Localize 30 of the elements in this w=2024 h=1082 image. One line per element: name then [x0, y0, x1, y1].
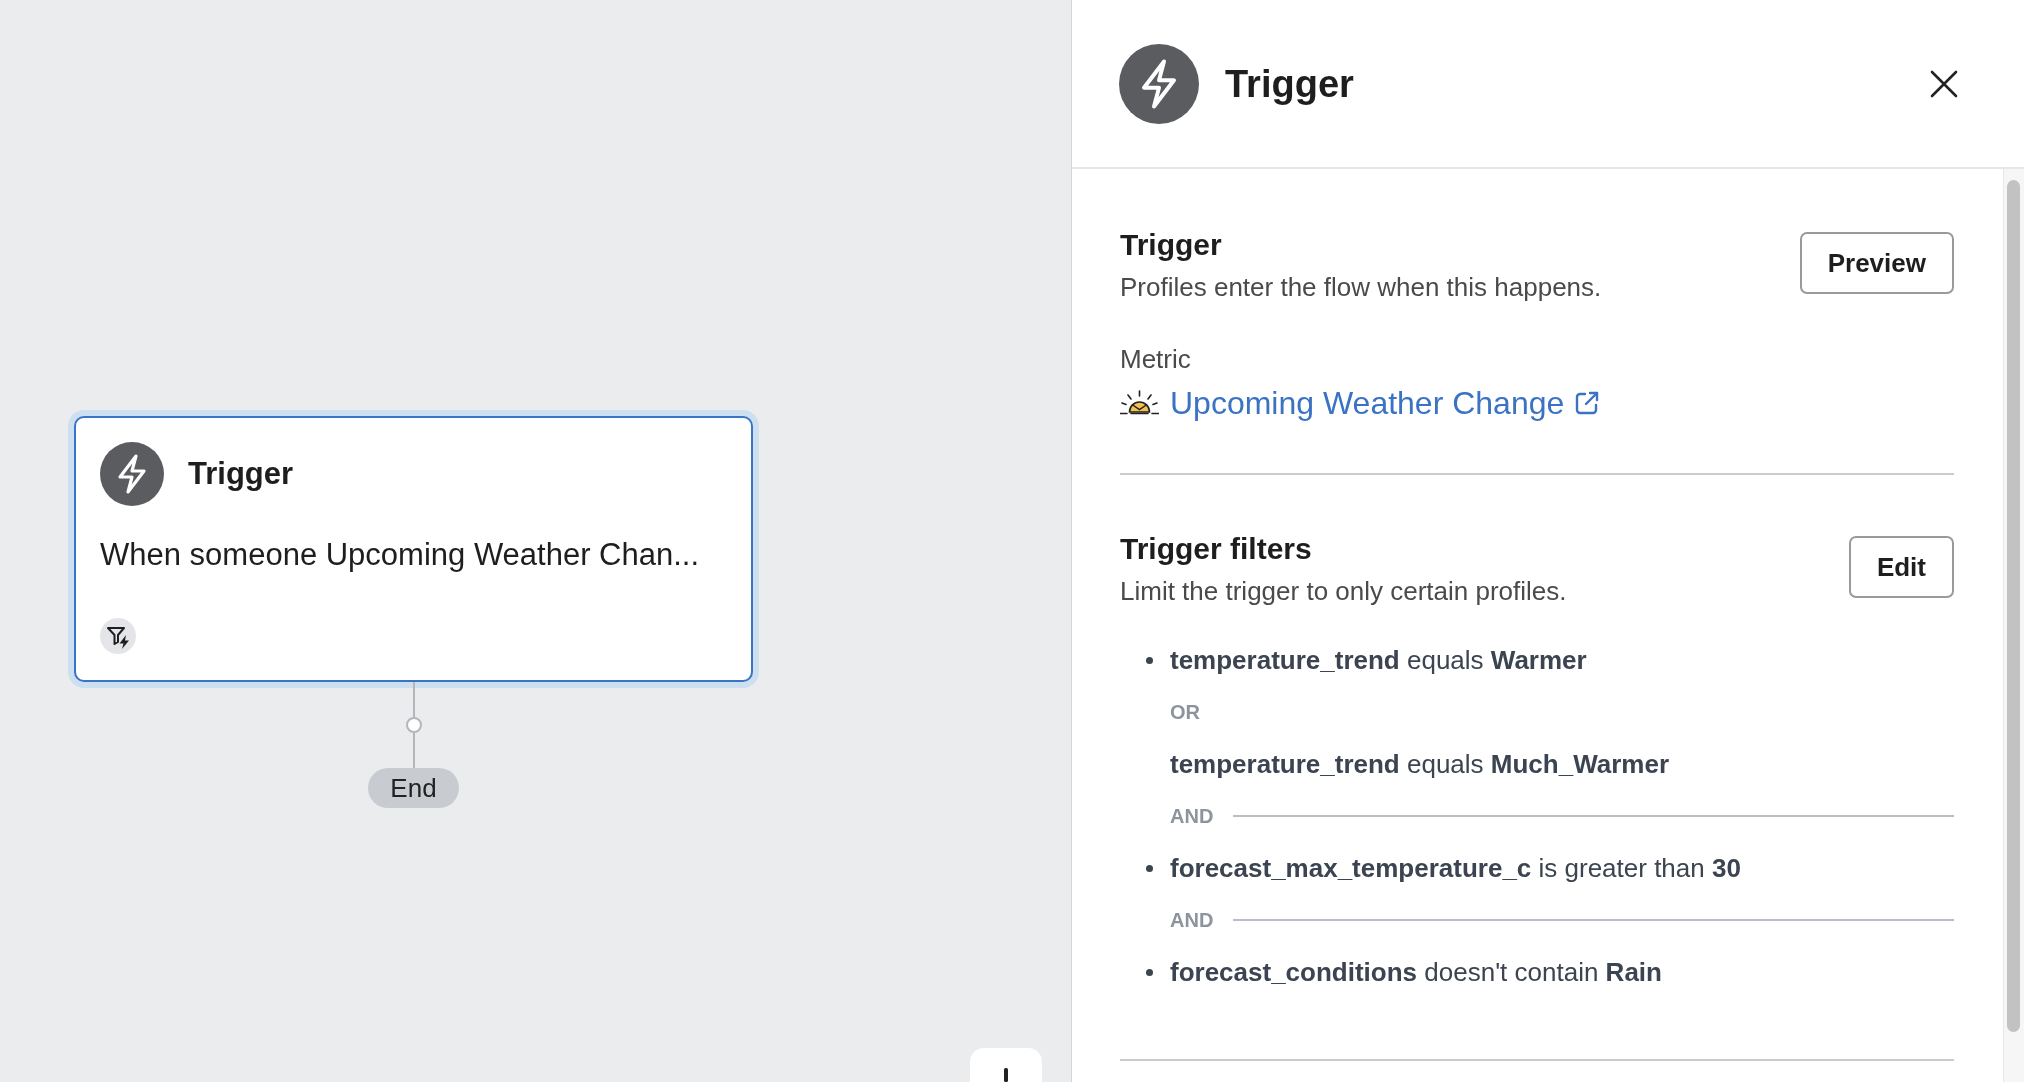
- bullet-icon: [1146, 864, 1153, 872]
- scrollbar-thumb[interactable]: [2007, 180, 2020, 1032]
- section-description: Profiles enter the flow when this happens.: [1120, 271, 1602, 304]
- vertical-bar-icon: [1004, 1068, 1008, 1082]
- sun-icon: [1120, 390, 1159, 416]
- bullet-icon: [1146, 968, 1153, 976]
- close-icon: [1930, 69, 1958, 98]
- and-label: AND: [1170, 804, 1214, 829]
- end-node[interactable]: End: [368, 768, 459, 808]
- bullet-icon: [1146, 656, 1153, 664]
- filter-condition: forecast_conditions doesn't contain Rain: [1170, 956, 1662, 989]
- section-heading: Trigger filters: [1120, 531, 1313, 567]
- filter-condition: forecast_max_temperature_c is greater than 30: [1170, 852, 1741, 885]
- preview-button[interactable]: Preview: [1799, 232, 1954, 294]
- section-description: Limit the trigger to only certain profiles.: [1120, 575, 1567, 608]
- lightning-icon: [100, 442, 164, 506]
- edit-button[interactable]: Edit: [1848, 536, 1954, 598]
- panel-title: Trigger: [1225, 61, 1355, 107]
- filter-condition: temperature_trend equals Warmer: [1170, 644, 1587, 677]
- and-label: AND: [1170, 908, 1214, 933]
- close-button[interactable]: [1930, 69, 1958, 98]
- metric-link[interactable]: Upcoming Weather Change: [1170, 382, 1602, 424]
- lightning-icon: [1119, 43, 1199, 124]
- canvas-control-button[interactable]: [970, 1048, 1042, 1082]
- node-description: When someone Upcoming Weather Chan...: [100, 536, 701, 574]
- filter-condition: temperature_trend equals Much_Warmer: [1170, 748, 1669, 781]
- node-title: Trigger: [188, 455, 294, 493]
- metric-label: Metric: [1120, 343, 1192, 376]
- or-label: OR: [1170, 700, 1200, 725]
- section-heading: Trigger: [1120, 227, 1223, 263]
